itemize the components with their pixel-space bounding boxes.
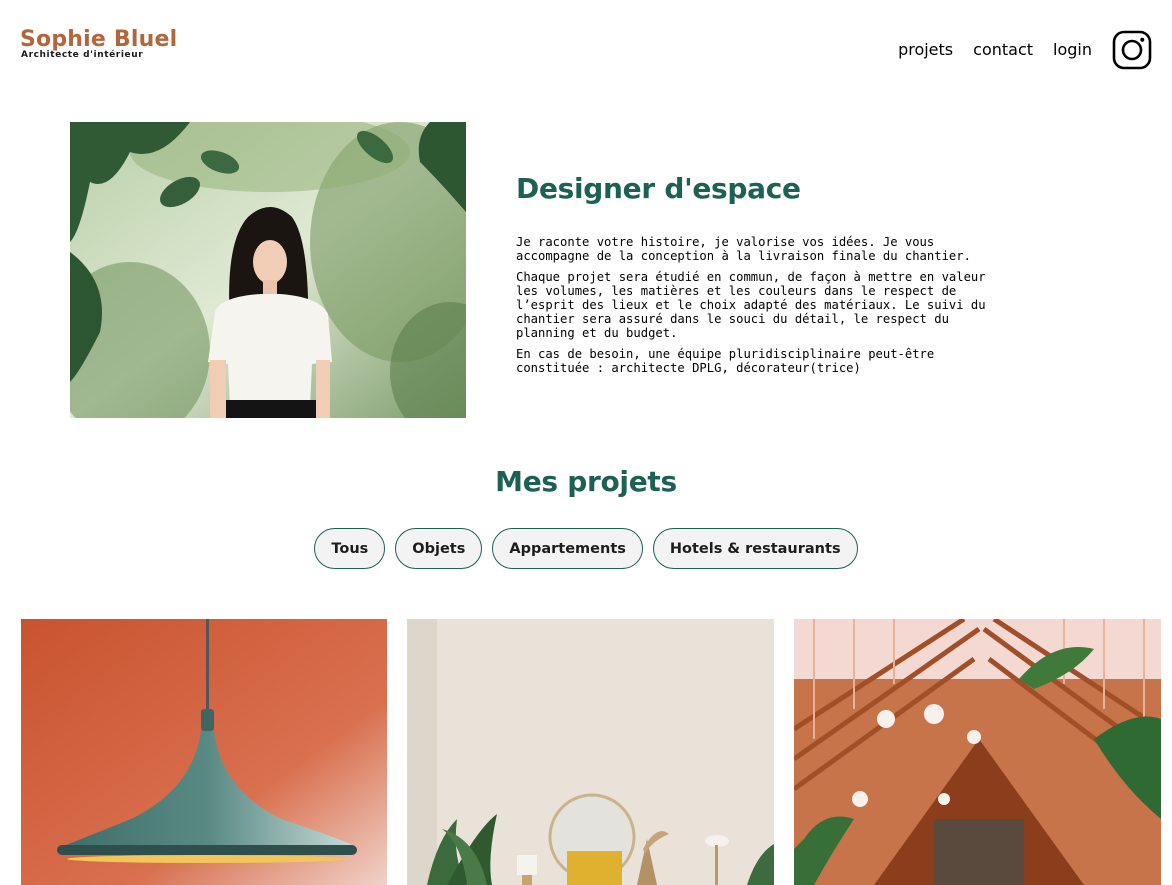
nav-link-contact[interactable]: contact bbox=[973, 30, 1033, 70]
gallery-image-restaurant[interactable] bbox=[794, 619, 1161, 885]
projects-title: Mes projets bbox=[495, 465, 677, 498]
main-nav: projets contact login bbox=[878, 30, 1152, 70]
filter-button-appartements[interactable]: Appartements bbox=[492, 528, 643, 569]
filter-bar: Tous Objets Appartements Hotels & restau… bbox=[0, 528, 1172, 569]
nav-link-projets[interactable]: projets bbox=[898, 30, 953, 70]
intro-paragraph: Je raconte votre histoire, je valorise v… bbox=[516, 235, 971, 263]
intro-paragraph: Chaque projet sera étudié en commun, de … bbox=[516, 270, 986, 340]
nav-link-login[interactable]: login bbox=[1053, 30, 1092, 70]
filter-button-tous[interactable]: Tous bbox=[314, 528, 386, 569]
intro-paragraph: En cas de besoin, une équipe pluridiscip… bbox=[516, 347, 935, 375]
gallery-image-living-room[interactable] bbox=[407, 619, 774, 885]
site-header: Sophie Bluel Architecte d'intérieur proj… bbox=[0, 0, 1172, 100]
filter-button-objets[interactable]: Objets bbox=[395, 528, 483, 569]
instagram-icon[interactable] bbox=[1112, 30, 1152, 70]
intro-title: Designer d'espace bbox=[516, 172, 801, 205]
intro-text: Je raconte votre histoire, je valorise v… bbox=[516, 235, 1012, 382]
portrait-photo bbox=[70, 122, 466, 418]
gallery-image-pendant-lamp[interactable] bbox=[21, 619, 387, 885]
logo-title[interactable]: Sophie Bluel bbox=[20, 28, 177, 52]
logo-subtitle: Architecte d'intérieur bbox=[21, 50, 144, 60]
filter-button-hotels-restaurants[interactable]: Hotels & restaurants bbox=[652, 528, 858, 569]
